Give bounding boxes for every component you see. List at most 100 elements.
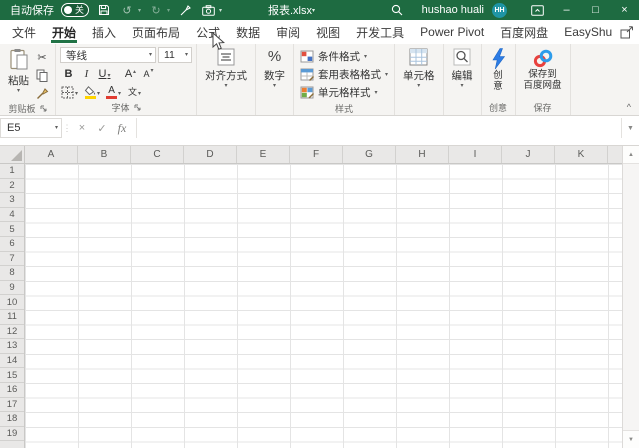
share-icon[interactable] <box>620 25 634 39</box>
column-header[interactable]: B <box>78 146 131 163</box>
ribbon-tab[interactable]: 视图 <box>308 20 348 44</box>
column-header[interactable]: F <box>290 146 343 163</box>
italic-button[interactable]: I <box>78 65 95 81</box>
search-icon[interactable] <box>386 0 408 20</box>
redo-button[interactable]: ↻ <box>148 2 164 18</box>
alignment-button[interactable]: 对齐方式 ▾ <box>201 47 251 100</box>
row-header[interactable]: 4 <box>0 208 24 223</box>
ribbon-tab[interactable]: 审阅 <box>268 20 308 44</box>
ribbon-tab[interactable]: 文件 <box>4 20 44 44</box>
fill-color-button[interactable]: ▾ <box>83 83 101 99</box>
increase-font-button[interactable]: A ▾ <box>122 65 139 81</box>
ribbon-tab[interactable]: 百度网盘 <box>492 20 556 44</box>
font-dialog-launcher-icon[interactable] <box>134 104 141 111</box>
column-header[interactable]: A <box>25 146 78 163</box>
undo-caret-icon[interactable]: ▾ <box>138 7 141 14</box>
column-header[interactable]: I <box>449 146 502 163</box>
close-button[interactable]: × <box>610 0 639 20</box>
save-to-baidu-button[interactable]: 保存到 百度网盘 <box>520 47 566 100</box>
row-header[interactable]: 10 <box>0 295 24 310</box>
column-header[interactable]: K <box>555 146 608 163</box>
font-name-combobox[interactable]: 等线 ▾ <box>60 47 156 63</box>
ribbon-tab[interactable]: 数据 <box>228 20 268 44</box>
save-icon[interactable] <box>96 2 112 18</box>
row-header[interactable]: 17 <box>0 398 24 413</box>
row-header[interactable]: 18 <box>0 412 24 427</box>
name-box[interactable]: E5 ▾ <box>0 118 62 138</box>
minimize-button[interactable]: – <box>552 0 581 20</box>
borders-button[interactable]: ▾ <box>60 83 79 99</box>
maximize-button[interactable]: □ <box>581 0 610 20</box>
underline-button[interactable]: U ▾ <box>96 65 113 81</box>
scrollbar-track[interactable] <box>623 164 639 430</box>
sheet-grid[interactable] <box>25 164 622 448</box>
font-color-button[interactable]: A ▾ <box>105 83 122 99</box>
row-header[interactable]: 14 <box>0 354 24 369</box>
redo-caret-icon[interactable]: ▾ <box>167 7 170 14</box>
format-painter-button[interactable] <box>33 85 51 101</box>
decrease-font-button[interactable]: A ▾ <box>140 65 157 81</box>
copy-button[interactable] <box>33 67 51 83</box>
format-as-table-button[interactable]: 套用表格格式 ▾ <box>298 66 390 83</box>
formula-input[interactable] <box>136 118 621 138</box>
autosave-toggle[interactable]: 关 <box>61 3 90 17</box>
user-name[interactable]: hushao huali <box>422 4 484 16</box>
row-header[interactable]: 6 <box>0 237 24 252</box>
qat-customize-icon[interactable]: ▾ <box>219 7 222 14</box>
row-header[interactable]: 11 <box>0 310 24 325</box>
column-header-partial[interactable] <box>608 146 622 163</box>
ribbon-tab[interactable]: 开发工具 <box>348 20 412 44</box>
conditional-formatting-button[interactable]: 条件格式 ▾ <box>298 48 390 65</box>
cells-button[interactable]: 单元格 ▾ <box>399 47 439 100</box>
cancel-icon[interactable]: × <box>72 118 92 138</box>
ribbon-tab[interactable]: 插入 <box>84 20 124 44</box>
row-header[interactable]: 1 <box>0 164 24 179</box>
ribbon-tab[interactable]: Power Pivot <box>412 20 492 44</box>
formula-bar-drag-handle[interactable]: ⋮ <box>62 123 72 134</box>
column-header[interactable]: G <box>343 146 396 163</box>
camera-icon[interactable] <box>200 2 216 18</box>
insert-function-icon[interactable]: fx <box>112 118 132 138</box>
bold-button[interactable]: B <box>60 65 77 81</box>
column-header[interactable]: C <box>131 146 184 163</box>
phonetic-guide-button[interactable]: 文 ▾ <box>126 83 143 99</box>
row-header[interactable]: 12 <box>0 325 24 340</box>
avatar[interactable]: HH <box>492 2 507 18</box>
row-header[interactable]: 13 <box>0 339 24 354</box>
scroll-up-icon[interactable]: ▲ <box>623 146 639 164</box>
row-header[interactable]: 8 <box>0 266 24 281</box>
number-button[interactable]: % 数字 ▾ <box>260 47 289 100</box>
column-header[interactable]: H <box>396 146 449 163</box>
cell-styles-button[interactable]: 单元格样式 ▾ <box>298 84 390 101</box>
row-header[interactable]: 5 <box>0 222 24 237</box>
clipboard-dialog-launcher-icon[interactable] <box>40 105 47 112</box>
ribbon-display-options-icon[interactable] <box>523 0 552 20</box>
column-header[interactable]: E <box>237 146 290 163</box>
row-header[interactable]: 19 <box>0 427 24 442</box>
ideas-button[interactable]: 创意 <box>486 47 511 100</box>
document-title[interactable]: 报表.xlsx ▾ <box>268 0 315 20</box>
enter-icon[interactable]: ✓ <box>92 118 112 138</box>
ribbon-tab[interactable]: 页面布局 <box>124 20 188 44</box>
row-header[interactable]: 7 <box>0 252 24 267</box>
scroll-down-icon[interactable]: ▼ <box>623 430 639 448</box>
row-header[interactable]: 15 <box>0 368 24 383</box>
collapse-ribbon-icon[interactable]: ^ <box>627 102 631 112</box>
format-painter-qat-icon[interactable] <box>177 2 193 18</box>
vertical-scrollbar[interactable]: ▲ ▼ <box>622 146 639 448</box>
paste-button[interactable]: 粘贴 ▾ <box>4 47 33 101</box>
editing-button[interactable]: 编辑 ▾ <box>448 47 477 100</box>
font-size-combobox[interactable]: 11 ▾ <box>158 47 192 63</box>
row-header[interactable]: 2 <box>0 179 24 194</box>
column-header[interactable]: J <box>502 146 555 163</box>
formula-bar-expand-icon[interactable]: ▼ <box>621 118 639 138</box>
ribbon-tab[interactable]: 开始 <box>44 20 84 44</box>
column-header[interactable]: D <box>184 146 237 163</box>
row-header[interactable]: 16 <box>0 383 24 398</box>
cut-button[interactable]: ✂ <box>33 49 51 65</box>
undo-button[interactable]: ↺ <box>119 2 135 18</box>
ribbon-tab[interactable]: EasyShu <box>556 20 620 44</box>
row-header[interactable]: 9 <box>0 281 24 296</box>
select-all-button[interactable] <box>0 146 25 163</box>
row-header[interactable]: 3 <box>0 193 24 208</box>
